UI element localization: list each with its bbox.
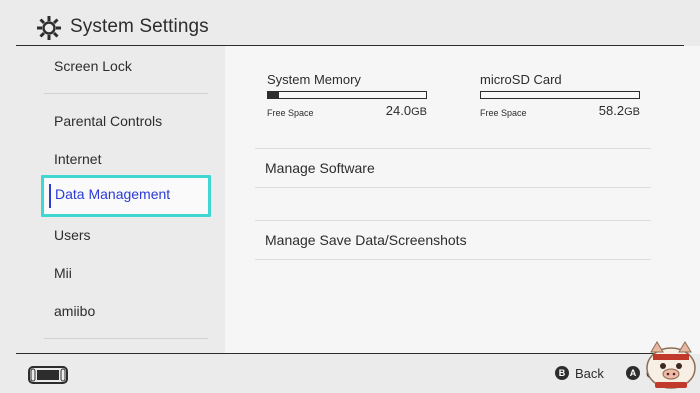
sidebar-divider (44, 93, 208, 94)
manage-software-option[interactable]: Manage Software (265, 160, 375, 176)
sidebar-item-internet[interactable]: Internet (54, 151, 101, 167)
manage-save-data-option[interactable]: Manage Save Data/Screenshots (265, 232, 467, 248)
mascot-watermark-icon (646, 341, 696, 389)
microsd-card-panel: microSD Card Free Space 58.2GB (480, 72, 640, 118)
header: System Settings (0, 0, 700, 50)
handheld-console-icon (28, 366, 68, 384)
storage-title: microSD Card (480, 72, 562, 87)
storage-usage-fill (268, 92, 280, 98)
free-space-label: Free Space (267, 108, 314, 118)
b-button-icon: B (555, 366, 569, 380)
sidebar-item-mii[interactable]: Mii (54, 265, 72, 281)
row-divider (255, 187, 651, 188)
sidebar-divider (44, 338, 208, 339)
storage-title: System Memory (267, 72, 361, 87)
system-memory-panel: System Memory Free Space 24.0GB (267, 72, 427, 118)
free-space-value: 24.0GB (385, 103, 427, 118)
sidebar-item-label: Data Management (55, 186, 171, 202)
sidebar-item-amiibo[interactable]: amiibo (54, 303, 95, 319)
back-label: Back (575, 365, 604, 381)
content-panel: System Memory Free Space 24.0GB microSD … (225, 46, 700, 354)
a-button-icon: A (626, 366, 640, 380)
sidebar-item-users[interactable]: Users (54, 227, 91, 243)
sidebar: Screen Lock Parental Controls Internet D… (0, 46, 225, 354)
selection-indicator (49, 184, 51, 208)
storage-usage-bar (267, 91, 427, 99)
sidebar-item-screen-lock[interactable]: Screen Lock (54, 58, 132, 74)
free-space-label: Free Space (480, 108, 527, 118)
row-divider (255, 148, 651, 149)
back-button[interactable]: B Back (555, 365, 604, 381)
sidebar-item-data-management[interactable]: Data Management (41, 175, 211, 217)
free-space-value: 58.2GB (598, 103, 640, 118)
row-divider (255, 220, 651, 221)
gear-icon (37, 16, 61, 40)
page-title: System Settings (70, 16, 209, 37)
row-divider (255, 259, 651, 260)
storage-usage-bar (480, 91, 640, 99)
sidebar-item-parental-controls[interactable]: Parental Controls (54, 113, 162, 129)
footer-divider (16, 353, 684, 354)
